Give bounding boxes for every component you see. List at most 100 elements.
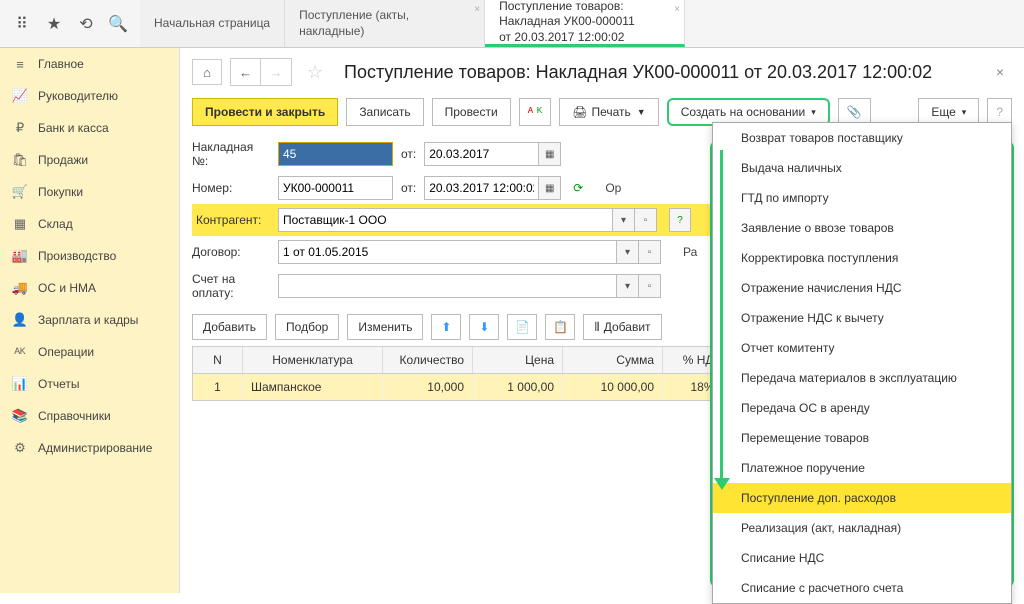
move-up-icon[interactable]: ⬆ (431, 314, 461, 340)
menu-item[interactable]: Реализация (акт, накладная) (713, 513, 1011, 543)
payacc-input[interactable] (278, 274, 617, 298)
favorite-icon[interactable]: ☆ (300, 59, 330, 85)
print-button[interactable]: 🖨Печать▼ (559, 98, 658, 126)
refresh-icon[interactable]: ⟳ (573, 181, 583, 195)
menu-item[interactable]: Списание с расчетного счета (713, 573, 1011, 603)
calc-label-cut: Ра (683, 245, 697, 259)
number-input[interactable] (278, 176, 393, 200)
menu-item[interactable]: Возврат товаров поставщику (713, 123, 1011, 153)
dropdown-icon[interactable]: ▾ (617, 240, 639, 264)
apps-icon[interactable]: ⠿ (8, 10, 36, 38)
menu-item[interactable]: Корректировка поступления (713, 243, 1011, 273)
sidebar-label: Продажи (38, 153, 88, 167)
menu-item[interactable]: Отчет комитенту (713, 333, 1011, 363)
close-icon[interactable]: × (674, 4, 680, 15)
sidebar-item[interactable]: 🏭Производство (0, 240, 179, 272)
th-n[interactable]: N (193, 347, 243, 373)
edit-button[interactable]: Изменить (347, 314, 423, 340)
sidebar-item[interactable]: 🛒Покупки (0, 176, 179, 208)
create-based-on-menu: Возврат товаров поставщикуВыдача наличны… (712, 122, 1012, 604)
counterparty-input[interactable] (278, 208, 613, 232)
th-price[interactable]: Цена (473, 347, 563, 373)
sidebar-item[interactable]: ᴬᴷОперации (0, 336, 179, 368)
th-qty[interactable]: Количество (383, 347, 473, 373)
post-button[interactable]: Провести (432, 98, 511, 126)
invoice-no-input[interactable] (278, 142, 393, 166)
menu-item[interactable]: Отражение начисления НДС (713, 273, 1011, 303)
sidebar-icon: ≡ (12, 56, 28, 72)
post-and-close-button[interactable]: Провести и закрыть (192, 98, 338, 126)
menu-item[interactable]: Отражение НДС к вычету (713, 303, 1011, 333)
sidebar-item[interactable]: 🛍Продажи (0, 144, 179, 176)
sidebar-item[interactable]: 📚Справочники (0, 400, 179, 432)
dropdown-icon[interactable]: ▾ (613, 208, 635, 232)
sidebar-item[interactable]: ₽Банк и касса (0, 112, 179, 144)
sidebar-icon: 🏭 (12, 248, 28, 264)
add-barcode-button[interactable]: ⦀ Добавит (583, 314, 661, 340)
print-label: Печать (591, 105, 630, 119)
menu-item[interactable]: Выдача наличных (713, 153, 1011, 183)
history-icon[interactable]: ⟲ (72, 10, 100, 38)
menu-item[interactable]: ГТД по импорту (713, 183, 1011, 213)
forward-button[interactable]: → (261, 59, 291, 85)
menu-item[interactable]: Поступление доп. расходов (713, 483, 1011, 513)
menu-item[interactable]: Передача материалов в эксплуатацию (713, 363, 1011, 393)
menu-item[interactable]: Платежное поручение (713, 453, 1011, 483)
add-row-button[interactable]: Добавить (192, 314, 267, 340)
copy-icon[interactable]: 📄 (507, 314, 537, 340)
paste-icon[interactable]: 📋 (545, 314, 575, 340)
help-icon[interactable]: ? (669, 208, 691, 232)
cell-sum: 10 000,00 (563, 374, 663, 400)
close-document-button[interactable]: × (988, 60, 1012, 84)
open-icon[interactable]: ▫ (639, 240, 661, 264)
select-button[interactable]: Подбор (275, 314, 339, 340)
counterparty-label: Контрагент: (196, 213, 270, 227)
home-button[interactable]: ⌂ (192, 59, 222, 85)
th-nom[interactable]: Номенклатура (243, 347, 383, 373)
open-icon[interactable]: ▫ (639, 274, 661, 298)
save-button[interactable]: Записать (346, 98, 423, 126)
sidebar-item[interactable]: ≡Главное (0, 48, 179, 80)
sidebar-item[interactable]: 👤Зарплата и кадры (0, 304, 179, 336)
arrow-line (720, 150, 723, 485)
sidebar-label: Руководителю (38, 89, 118, 103)
number-date-input[interactable] (424, 176, 539, 200)
sidebar-item[interactable]: 🚚ОС и НМА (0, 272, 179, 304)
from-label: от: (401, 147, 416, 161)
sidebar-icon: 📈 (12, 88, 28, 104)
invoice-date-input[interactable] (424, 142, 539, 166)
back-button[interactable]: ← (231, 59, 261, 85)
dropdown-icon[interactable]: ▾ (617, 274, 639, 298)
dt-kt-button[interactable]: ᴬᴷ (519, 98, 552, 126)
calendar-icon[interactable]: ▦ (539, 176, 561, 200)
contract-label: Договор: (192, 245, 270, 259)
th-sum[interactable]: Сумма (563, 347, 663, 373)
sidebar-label: Справочники (38, 409, 111, 423)
sidebar-item[interactable]: 📈 Руководителю (0, 80, 179, 112)
star-icon[interactable]: ★ (40, 10, 68, 38)
barcode-icon: ⦀ (594, 320, 599, 335)
add2-label: Добавит (604, 320, 651, 334)
org-label-cut: Ор (605, 181, 621, 195)
tab-receipts[interactable]: Поступление (акты, накладные) × (285, 0, 485, 47)
tab-home[interactable]: Начальная страница (140, 0, 285, 47)
sidebar-item[interactable]: ▦Склад (0, 208, 179, 240)
menu-item[interactable]: Перемещение товаров (713, 423, 1011, 453)
sidebar-item[interactable]: 📊Отчеты (0, 368, 179, 400)
search-icon[interactable]: 🔍 (104, 10, 132, 38)
cell-qty: 10,000 (383, 374, 473, 400)
contract-input[interactable] (278, 240, 617, 264)
sidebar-item[interactable]: ⚙Администрирование (0, 432, 179, 464)
menu-item[interactable]: Заявление о ввозе товаров (713, 213, 1011, 243)
menu-item[interactable]: Передача ОС в аренду (713, 393, 1011, 423)
close-icon[interactable]: × (474, 4, 480, 15)
tab-active-document[interactable]: Поступление товаров: Накладная УК00-0000… (485, 0, 685, 47)
move-down-icon[interactable]: ⬇ (469, 314, 499, 340)
sidebar-label: Операции (38, 345, 94, 359)
open-icon[interactable]: ▫ (635, 208, 657, 232)
sidebar-label: Зарплата и кадры (38, 313, 138, 327)
menu-item[interactable]: Списание НДС (713, 543, 1011, 573)
calendar-icon[interactable]: ▦ (539, 142, 561, 166)
sidebar: ≡Главное 📈 Руководителю ₽Банк и касса🛍Прода… (0, 48, 180, 593)
sidebar-icon: ▦ (12, 216, 28, 232)
